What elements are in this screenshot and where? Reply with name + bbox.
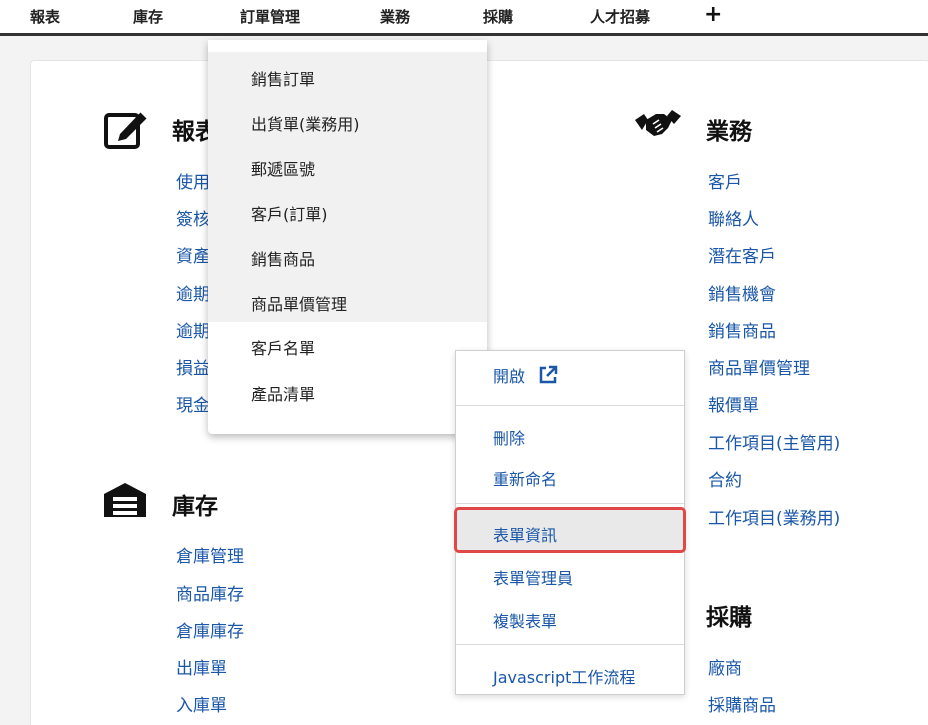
orders-dropdown: 銷售訂單 出貨單(業務用) 郵遞區號 客戶(訂單) 銷售商品 商品單價管理 客戶…: [208, 40, 487, 434]
sales-link[interactable]: 銷售機會: [708, 280, 776, 305]
reports-link[interactable]: 使用: [176, 168, 210, 193]
inventory-link[interactable]: 出庫單: [176, 654, 227, 679]
sales-link[interactable]: 商品單價管理: [708, 354, 810, 379]
sales-link[interactable]: 合約: [708, 466, 742, 491]
highlight-outline: [454, 507, 686, 553]
open-label: 開啟: [493, 367, 526, 386]
purchasing-link[interactable]: 採購商品: [708, 691, 776, 716]
nav-item-inventory[interactable]: 庫存: [133, 6, 163, 27]
reports-link[interactable]: 現金: [176, 391, 210, 416]
dropdown-item[interactable]: 商品單價管理: [251, 291, 347, 315]
section-title-inventory: 庫存: [172, 494, 218, 520]
handshake-icon: [634, 106, 682, 146]
menu-divider: [456, 644, 684, 645]
section-title-purchasing: 採購: [706, 605, 752, 631]
dropdown-highlight: [208, 52, 487, 322]
add-nav-button[interactable]: +: [704, 2, 722, 27]
reports-link[interactable]: 簽核: [176, 205, 210, 230]
nav-item-purchasing[interactable]: 採購: [483, 6, 513, 27]
sales-link[interactable]: 銷售商品: [708, 317, 776, 342]
nav-item-orders[interactable]: 訂單管理: [240, 6, 300, 27]
edit-square-icon: [103, 106, 149, 156]
inventory-link[interactable]: 商品庫存: [176, 580, 244, 605]
copy-form-menu-item[interactable]: 複製表單: [493, 608, 557, 632]
reports-link[interactable]: 逾期: [176, 317, 210, 342]
dropdown-item[interactable]: 銷售商品: [251, 246, 315, 270]
dropdown-item[interactable]: 產品清單: [251, 381, 315, 405]
open-menu-item[interactable]: 開啟: [493, 363, 558, 389]
js-workflow-menu-item[interactable]: Javascript工作流程: [493, 664, 635, 688]
section-title-sales: 業務: [706, 119, 752, 145]
nav-item-recruiting[interactable]: 人才招募: [590, 6, 650, 27]
reports-link[interactable]: 逾期: [176, 280, 210, 305]
inventory-link[interactable]: 倉庫管理: [176, 542, 244, 567]
dropdown-item[interactable]: 出貨單(業務用): [251, 111, 360, 135]
sales-link[interactable]: 工作項目(業務用): [708, 504, 840, 529]
dropdown-item[interactable]: 銷售訂單: [251, 66, 315, 90]
inventory-link[interactable]: 倉庫庫存: [176, 617, 244, 642]
nav-item-sales[interactable]: 業務: [380, 6, 410, 27]
sales-link[interactable]: 聯絡人: [708, 205, 759, 230]
menu-divider: [456, 503, 684, 504]
purchasing-link[interactable]: 廠商: [708, 654, 742, 679]
inventory-link[interactable]: 入庫單: [176, 691, 227, 716]
nav-item-reports[interactable]: 報表: [30, 6, 60, 27]
reports-link[interactable]: 損益: [176, 354, 210, 379]
dropdown-item[interactable]: 客戶(訂單): [251, 201, 328, 225]
top-nav: 報表 庫存 訂單管理 業務 採購 人才招募 +: [0, 0, 928, 36]
reports-link[interactable]: 資產: [176, 242, 210, 267]
sales-link[interactable]: 報價單: [708, 391, 759, 416]
sales-link[interactable]: 潛在客戶: [708, 242, 776, 267]
rename-menu-item[interactable]: 重新命名: [493, 466, 557, 490]
dropdown-item[interactable]: 客戶名單: [251, 335, 315, 359]
delete-menu-item[interactable]: 刪除: [493, 425, 525, 449]
warehouse-icon: [103, 482, 147, 522]
context-menu: 開啟 刪除 重新命名 表單資訊 表單管理員 複製表單 Javascript工作流…: [454, 350, 686, 695]
menu-divider: [456, 405, 684, 406]
external-link-icon: [538, 365, 558, 389]
form-admin-menu-item[interactable]: 表單管理員: [493, 565, 573, 589]
sales-link[interactable]: 客戶: [708, 168, 742, 193]
dropdown-item[interactable]: 郵遞區號: [251, 156, 315, 180]
sales-link[interactable]: 工作項目(主管用): [708, 429, 840, 454]
form-info-menu-item[interactable]: 表單資訊: [493, 522, 557, 546]
